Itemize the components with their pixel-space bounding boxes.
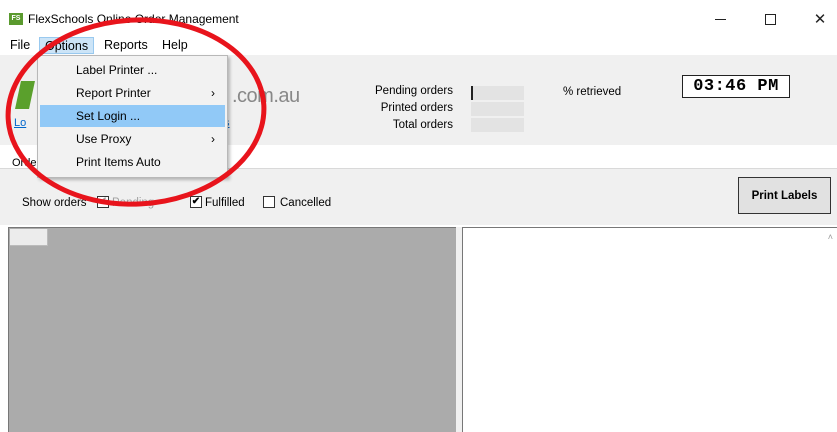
cancelled-checkbox-label: Cancelled [280,197,332,209]
maximize-button[interactable] [750,6,790,32]
logo-mark [15,81,35,109]
menu-item-use-proxy[interactable]: Use Proxy › [40,128,225,150]
clock-display: 03:46 PM [682,75,790,98]
print-labels-button[interactable]: Print Labels [738,177,831,214]
menu-file[interactable]: File [8,37,35,54]
fulfilled-checkbox-label: Fulfilled [205,197,245,209]
submenu-arrow-icon: › [211,132,215,146]
order-detail-pane[interactable]: ˄ [462,227,837,432]
menu-bar: File Options Reports Help [0,36,837,55]
menu-item-label: Use Proxy [76,132,132,146]
menu-options[interactable]: Options [39,37,95,54]
menu-item-label-printer[interactable]: Label Printer ... [40,59,225,81]
checkmark-icon: ✔ [98,196,108,207]
maximize-icon [764,13,776,25]
pending-checkbox[interactable]: ✔ [97,196,109,208]
logo-link-left[interactable]: Lo [14,117,26,129]
window-title: FlexSchools Online Order Management [28,12,239,26]
options-dropdown-menu: Label Printer ... Report Printer › Set L… [37,55,228,178]
minimize-icon [714,18,726,20]
checkmark-icon: ✔ [191,196,201,207]
menu-item-label: Print Items Auto [76,155,161,169]
printed-orders-label: Printed orders [380,102,453,114]
close-icon: ✕ [813,11,827,28]
menu-item-set-login[interactable]: Set Login ... [40,105,225,127]
total-orders-progress [471,118,524,132]
cancelled-checkbox[interactable] [263,196,275,208]
minimize-button[interactable] [700,6,740,32]
menu-item-label: Report Printer [76,86,151,100]
menu-item-label: Label Printer ... [76,63,158,77]
app-icon: FS [9,13,23,25]
fulfilled-checkbox[interactable]: ✔ [190,196,202,208]
pending-orders-label: Pending orders [375,85,453,97]
orders-grid[interactable] [8,227,456,432]
pending-orders-progress [471,86,524,100]
grid-corner-header[interactable] [10,229,48,246]
close-button[interactable]: ✕ [800,6,837,32]
menu-item-report-printer[interactable]: Report Printer › [40,82,225,104]
menu-item-label: Set Login ... [76,109,141,123]
menu-help[interactable]: Help [157,37,193,54]
printed-orders-progress [471,102,524,116]
title-bar: FS FlexSchools Online Order Management ✕ [0,0,837,36]
menu-item-print-items-auto[interactable]: Print Items Auto [40,151,225,173]
logo-text: .com.au [232,85,300,107]
pending-checkbox-label: Pending [112,197,155,209]
menu-reports[interactable]: Reports [99,37,153,54]
submenu-arrow-icon: › [211,86,215,100]
percent-retrieved-label: % retrieved [563,86,622,98]
show-orders-label: Show orders [22,197,87,209]
total-orders-label: Total orders [392,119,453,131]
scroll-up-arrow-icon[interactable]: ˄ [828,232,833,242]
